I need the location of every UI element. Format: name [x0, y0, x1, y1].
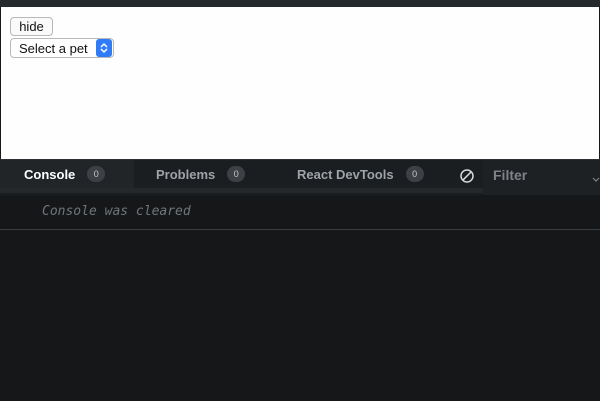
tabs-underline [0, 188, 483, 193]
pet-select-value: Select a pet [19, 40, 88, 56]
tab-label: Problems [156, 166, 216, 182]
filter-input[interactable] [493, 164, 588, 186]
devtools-tabs-bar: Console 0 Problems 0 React DevTools 0 [0, 159, 600, 196]
devtools-panel: Console 0 Problems 0 React DevTools 0 Fi… [0, 159, 600, 401]
console-message: Console was cleared [42, 204, 191, 219]
hide-button[interactable]: hide [10, 17, 53, 36]
clear-console-icon[interactable] [459, 168, 475, 184]
preview-pane [1, 7, 599, 159]
tab-react-devtools[interactable]: React DevTools 0 [257, 160, 437, 188]
filter-container [483, 160, 600, 196]
tab-console[interactable]: Console 0 [0, 160, 134, 188]
tab-label: Console [24, 166, 76, 182]
tab-count-badge: 0 [227, 166, 246, 182]
pet-select[interactable]: Select a pet [10, 38, 114, 58]
tab-label: React DevTools [297, 166, 394, 182]
chevron-down-icon[interactable] [592, 171, 600, 182]
console-output: Console was cleared [0, 195, 600, 401]
console-row: Console was cleared [0, 195, 600, 230]
tab-count-badge: 0 [87, 166, 106, 182]
tab-count-badge: 0 [405, 166, 424, 182]
window-top-strip [0, 0, 600, 7]
select-arrows-icon [96, 39, 112, 57]
tab-problems[interactable]: Problems 0 [134, 160, 257, 188]
